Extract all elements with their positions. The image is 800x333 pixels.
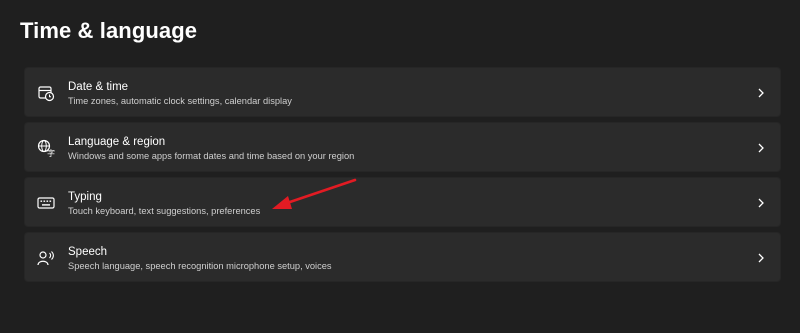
chevron-right-icon: [755, 196, 767, 208]
chevron-right-icon: [755, 251, 767, 263]
settings-item-title: Speech: [68, 246, 108, 258]
globe-language-icon: 字: [37, 139, 55, 157]
settings-item-subtitle: Touch keyboard, text suggestions, prefer…: [68, 206, 261, 216]
keyboard-icon: [37, 194, 55, 212]
svg-text:字: 字: [47, 148, 55, 157]
settings-item-title: Date & time: [68, 81, 129, 93]
settings-item-language-region[interactable]: 字 Language & region Windows and some app…: [24, 122, 781, 172]
settings-page: Time & language Date & time Time zones, …: [0, 0, 800, 333]
page-title: Time & language: [20, 18, 198, 43]
settings-list: Date & time Time zones, automatic clock …: [24, 67, 781, 287]
settings-item-subtitle: Windows and some apps format dates and t…: [68, 151, 355, 161]
settings-item-typing[interactable]: Typing Touch keyboard, text suggestions,…: [24, 177, 781, 227]
chevron-right-icon: [755, 141, 767, 153]
calendar-clock-icon: [37, 84, 55, 102]
settings-item-subtitle: Time zones, automatic clock settings, ca…: [68, 96, 292, 106]
settings-item-subtitle: Speech language, speech recognition micr…: [68, 261, 332, 271]
speech-icon: [37, 249, 55, 267]
settings-item-speech[interactable]: Speech Speech language, speech recogniti…: [24, 232, 781, 282]
settings-item-date-time[interactable]: Date & time Time zones, automatic clock …: [24, 67, 781, 117]
settings-item-title: Language & region: [68, 136, 166, 148]
settings-item-title: Typing: [68, 191, 102, 203]
chevron-right-icon: [755, 86, 767, 98]
